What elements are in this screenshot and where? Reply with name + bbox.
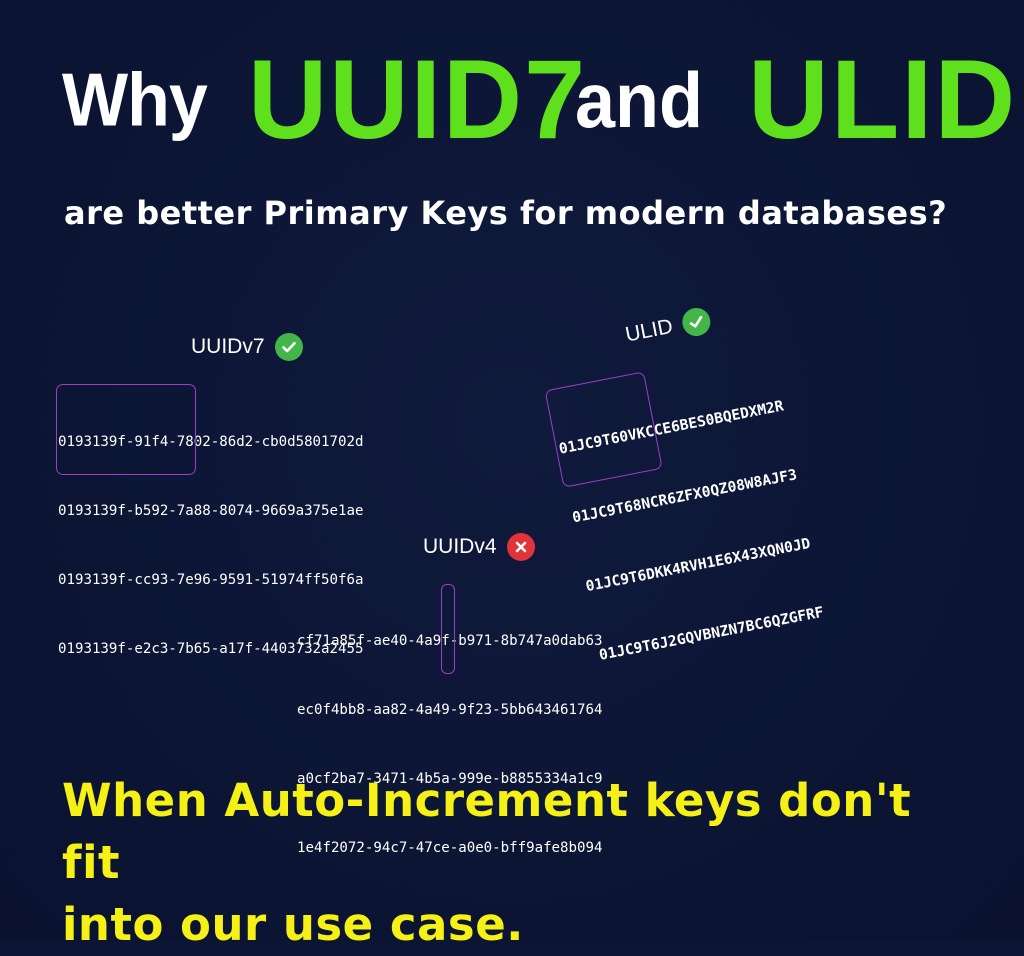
check-circle-icon xyxy=(274,333,303,361)
infographic: Why UUID7 and ULID are better Primary Ke… xyxy=(0,0,1024,951)
check-circle-icon xyxy=(679,305,713,339)
ulid-row: 01JC9T60VKCCE6BES0BQEDXM2R xyxy=(557,397,786,458)
tagline-line-1: When Auto-Increment keys don't fit xyxy=(62,774,912,889)
ulid-row: 01JC9T68NCR6ZFX0QZ08W8AJF3 xyxy=(570,466,799,527)
uuidv4-row: ec0f4bb8-aa82-4a49-9f23-5bb643461764 xyxy=(297,702,603,718)
tagline: When Auto-Increment keys don't fit into … xyxy=(62,770,982,956)
x-circle-icon xyxy=(506,533,535,561)
uuidv7-row: 0193139f-b592-7a88-8074-9669a375e1ae xyxy=(58,503,364,519)
ulid-label: ULID xyxy=(623,314,675,347)
uuidv7-label: UUIDv7 xyxy=(191,335,265,358)
headline-why: Why xyxy=(62,57,208,142)
headline-and: and xyxy=(575,57,704,145)
uuidv4-row: cf71a85f-ae40-4a9f-b971-8b747a0dab63 xyxy=(297,633,603,649)
tagline-line-2: into our use case. xyxy=(62,898,524,951)
uuidv4-label-group: UUIDv4 xyxy=(423,533,535,561)
ulid-row: 01JC9T6DKK4RVH1E6X43XQN0JD xyxy=(584,534,812,596)
headline-uuid7: UUID7 xyxy=(248,37,588,162)
uuidv7-label-group: UUIDv7 xyxy=(191,333,303,361)
headline-ulid: ULID xyxy=(748,37,1018,162)
uuidv4-label: UUIDv4 xyxy=(423,535,497,558)
ulid-label-group: ULID xyxy=(623,305,713,350)
subtitle: are better Primary Keys for modern datab… xyxy=(64,194,948,232)
uuidv7-row: 0193139f-91f4-7802-86d2-cb0d5801702d xyxy=(58,434,364,450)
ulid-row: 01JC9T6J2GQVBNZN7BC6QZGFRF xyxy=(597,603,826,664)
